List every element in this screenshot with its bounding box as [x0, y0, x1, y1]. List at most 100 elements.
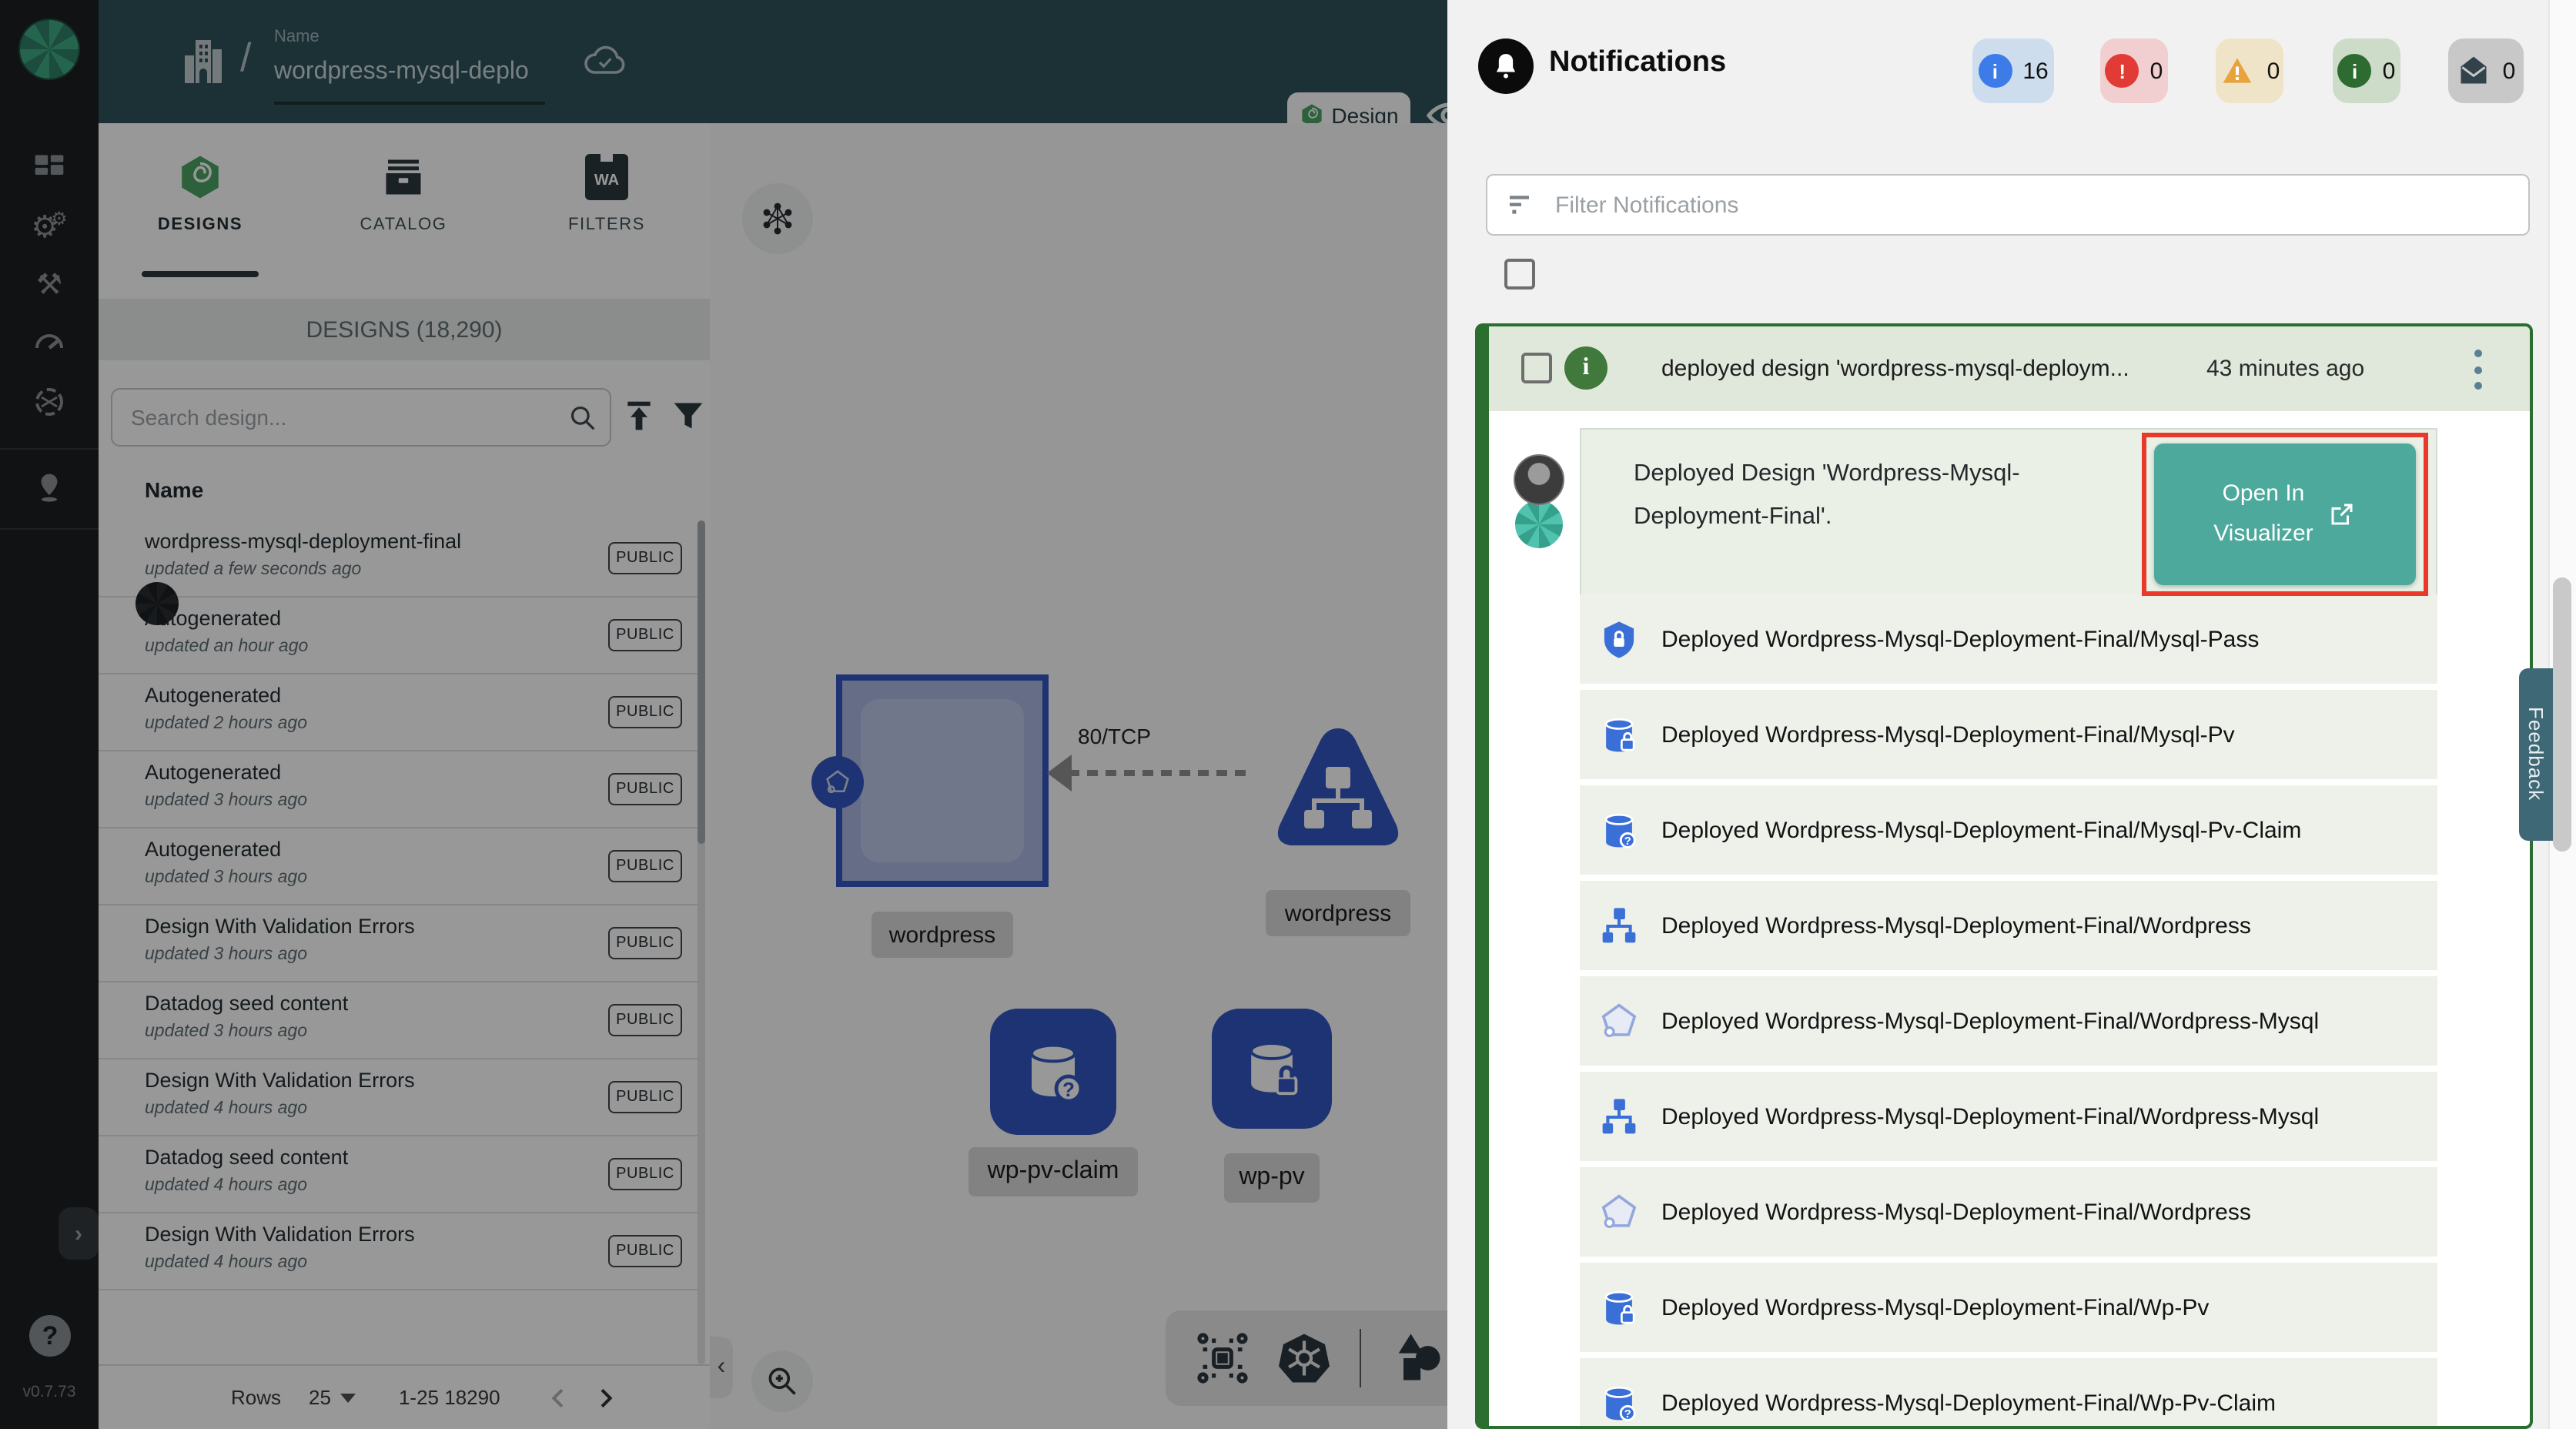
node-wordpress-deployment[interactable] [1263, 718, 1413, 868]
success-icon: i [2338, 54, 2372, 88]
active-tab-underline [142, 271, 259, 277]
lifecycle-gears-icon[interactable]: ⚙⚙ [28, 205, 71, 248]
kubernetes-icon[interactable] [1276, 1330, 1332, 1386]
node-label[interactable]: wordpress [871, 912, 1013, 958]
help-icon[interactable]: ? [29, 1315, 71, 1357]
feedback-tab[interactable]: Feedback [2519, 668, 2553, 841]
annotation-highlight-box [2142, 433, 2428, 596]
notification-filter-input[interactable] [1552, 190, 2510, 219]
notification-card-header[interactable]: i deployed design 'wordpress-mysql-deplo… [1489, 326, 2530, 411]
edge-arrowhead [1047, 755, 1072, 791]
dashboard-icon[interactable] [28, 145, 71, 188]
notification-summary[interactable]: deployed design 'wordpress-mysql-deploym… [1661, 356, 2129, 382]
canvas-mesh-settings-button[interactable] [742, 183, 813, 254]
visibility-badge: PUBLIC [608, 927, 682, 959]
collapse-panel-handle[interactable]: ‹ [710, 1337, 733, 1398]
design-name-input[interactable]: wordpress-mysql-deplo [274, 59, 529, 86]
design-search-input[interactable] [128, 403, 568, 431]
visibility-badge: PUBLIC [608, 773, 682, 805]
notification-menu-icon[interactable] [2471, 350, 2484, 390]
design-mode-tab[interactable]: Design [1287, 92, 1410, 123]
upload-design-icon[interactable] [622, 397, 656, 434]
node-label[interactable]: wordpress [1266, 890, 1410, 936]
design-canvas[interactable]: wordpress 80/TCP wordpress ? wp-pv-claim… [710, 123, 1447, 1429]
search-icon[interactable] [568, 403, 597, 432]
top-header: / Name wordpress-mysql-deplo Design [99, 0, 1447, 123]
notification-detail-row[interactable]: ? Deployed Wordpress-Mysql-Deployment-Fi… [1580, 785, 2437, 875]
performance-gauge-icon[interactable] [28, 319, 71, 362]
circuit-components-icon[interactable] [1196, 1332, 1249, 1384]
filter-designs-icon[interactable] [671, 397, 705, 434]
configuration-tools-icon[interactable]: ⚒ [28, 263, 71, 306]
notification-detail-row[interactable]: Deployed Wordpress-Mysql-Deployment-Fina… [1580, 1167, 2437, 1257]
design-row[interactable]: Autogeneratedupdated an hour agoPUBLIC [99, 597, 701, 674]
designs-scrollbar-thumb[interactable] [698, 520, 705, 844]
design-row[interactable]: Autogeneratedupdated 3 hours agoPUBLIC [99, 751, 701, 828]
visibility-eye-icon[interactable] [1426, 99, 1447, 123]
notification-detail-row[interactable]: ? Deployed Wordpress-Mysql-Deployment-Fi… [1580, 1358, 2437, 1429]
read-count-chip[interactable]: 0 [2448, 38, 2524, 103]
expand-sidebar-button[interactable]: › [59, 1207, 99, 1260]
design-row[interactable]: Datadog seed contentupdated 4 hours agoP… [99, 1136, 701, 1213]
success-count-chip[interactable]: i 0 [2333, 38, 2400, 103]
caret-down-icon [340, 1393, 356, 1410]
designs-pagination: Rows 25 1-25 18290 [99, 1364, 710, 1429]
page-previous-icon[interactable] [547, 1385, 571, 1410]
design-row[interactable]: Design With Validation Errorsupdated 4 h… [99, 1059, 701, 1136]
meshery-avatar [1514, 499, 1564, 550]
service-pentagon-icon [1598, 1000, 1640, 1042]
node-wordpress-service[interactable] [836, 674, 1049, 887]
chevron-right-icon: › [75, 1220, 82, 1247]
zoom-in-button[interactable] [751, 1350, 813, 1412]
window-scrollbar-thumb[interactable] [2553, 577, 2571, 852]
warning-icon [2220, 54, 2257, 88]
node-label[interactable]: wp-pv-claim [969, 1147, 1138, 1196]
design-row[interactable]: Design With Validation Errorsupdated 4 h… [99, 1213, 701, 1290]
design-row[interactable]: Autogeneratedupdated 2 hours agoPUBLIC [99, 674, 701, 751]
wasm-filter-icon: WA [585, 154, 628, 200]
meshery-logo-icon[interactable] [18, 18, 80, 80]
kanvas-pin-icon[interactable] [28, 467, 71, 510]
shapes-icon[interactable] [1389, 1329, 1447, 1387]
notification-detail-row[interactable]: Deployed Wordpress-Mysql-Deployment-Fina… [1580, 690, 2437, 779]
extensions-mesh-icon[interactable] [28, 380, 71, 423]
visibility-badge: PUBLIC [608, 619, 682, 651]
secret-shield-icon [1598, 618, 1640, 660]
design-row[interactable]: wordpress-mysql-deployment-finalupdated … [99, 520, 701, 597]
design-row[interactable]: Datadog seed contentupdated 3 hours agoP… [99, 982, 701, 1059]
service-pentagon-icon [1598, 1191, 1640, 1233]
design-row[interactable]: Autogeneratedupdated 3 hours agoPUBLIC [99, 828, 701, 905]
svg-text:?: ? [1624, 835, 1631, 847]
app-version: v0.7.73 [0, 1383, 99, 1401]
edge-dashed-line[interactable] [1069, 770, 1250, 776]
design-row[interactable]: Design With Validation Errorsupdated 3 h… [99, 905, 701, 982]
notification-detail-row[interactable]: Deployed Wordpress-Mysql-Deployment-Fina… [1580, 594, 2437, 684]
error-icon: ! [2106, 54, 2139, 88]
informational-count-chip[interactable]: i 16 [1972, 38, 2054, 103]
persistent-volume-claim-icon: ? [1598, 1382, 1640, 1424]
tab-filters[interactable]: WA FILTERS [505, 154, 708, 296]
tab-catalog[interactable]: CATALOG [302, 154, 505, 296]
organization-icon[interactable] [182, 37, 225, 86]
select-all-checkbox[interactable] [1504, 259, 1535, 289]
notification-time: 43 minutes ago [2206, 356, 2364, 382]
node-wp-pv[interactable] [1212, 1009, 1332, 1129]
page-next-icon[interactable] [593, 1385, 617, 1410]
notification-detail-row[interactable]: Deployed Wordpress-Mysql-Deployment-Fina… [1580, 881, 2437, 970]
notification-checkbox[interactable] [1521, 353, 1552, 383]
visibility-badge: PUBLIC [608, 1004, 682, 1036]
rows-label: Rows [231, 1386, 281, 1409]
warning-count-chip[interactable]: 0 [2216, 38, 2283, 103]
name-column-header: Name [145, 477, 203, 502]
notification-detail-row[interactable]: Deployed Wordpress-Mysql-Deployment-Fina… [1580, 1263, 2437, 1352]
dock-divider [1360, 1329, 1361, 1387]
visibility-badge: PUBLIC [608, 850, 682, 882]
error-count-chip[interactable]: ! 0 [2100, 38, 2168, 103]
notification-detail-row[interactable]: Deployed Wordpress-Mysql-Deployment-Fina… [1580, 1072, 2437, 1161]
notification-detail-row[interactable]: Deployed Wordpress-Mysql-Deployment-Fina… [1580, 976, 2437, 1066]
catalog-drawer-icon [380, 154, 427, 200]
rows-per-page-select[interactable]: 25 [309, 1386, 331, 1409]
edge-port-label: 80/TCP [1078, 724, 1151, 748]
node-wp-pv-claim[interactable]: ? [990, 1009, 1116, 1135]
node-label[interactable]: wp-pv [1224, 1153, 1320, 1203]
